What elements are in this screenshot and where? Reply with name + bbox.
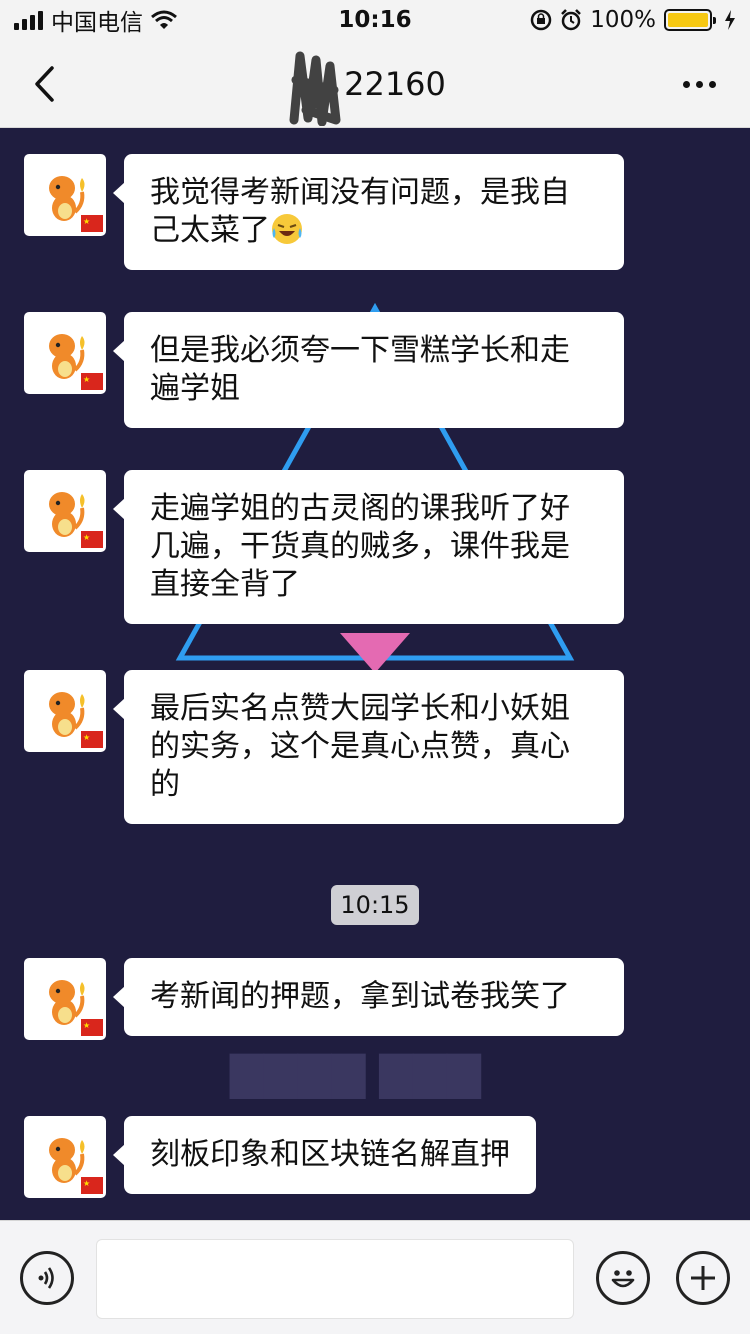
svg-text:★: ★ — [83, 733, 90, 742]
crying-laughing-emoji-icon — [272, 214, 302, 244]
back-button[interactable] — [22, 60, 66, 108]
status-right: 100% — [530, 7, 736, 33]
avatar[interactable]: ★ — [24, 958, 106, 1040]
message-text: 走遍学姐的古灵阁的课我听了好几遍，干货真的贼多，课件我是直接全背了 — [150, 491, 570, 602]
battery-icon — [664, 9, 716, 31]
svg-text:★: ★ — [83, 375, 90, 384]
message-bubble[interactable]: 走遍学姐的古灵阁的课我听了好几遍，干货真的贼多，课件我是直接全背了 — [113, 470, 624, 624]
message-row: ★ 我觉得考新闻没有问题，是我自己太菜了 — [24, 154, 724, 270]
message-text: 但是我必须夸一下雪糕学长和走遍学姐 — [150, 333, 570, 406]
message-text: 考新闻的押题，拿到试卷我笑了 — [150, 979, 570, 1014]
message-input[interactable] — [96, 1239, 574, 1319]
svg-text:★: ★ — [83, 533, 90, 542]
charmander-avatar-icon: ★ — [49, 692, 103, 748]
avatar[interactable]: ★ — [24, 154, 106, 236]
voice-icon — [38, 1267, 54, 1289]
charmander-avatar-icon: ★ — [49, 1138, 103, 1194]
chevron-left-icon — [35, 66, 54, 102]
svg-text:▇▇▇▇ ▇▇▇: ▇▇▇▇ ▇▇▇ — [229, 1048, 482, 1099]
rotation-lock-icon — [530, 9, 552, 31]
message-bubble[interactable]: 最后实名点赞大园学长和小妖姐的实务，这个是真心点赞，真心的 — [113, 670, 624, 824]
avatar[interactable]: ★ — [24, 312, 106, 394]
status-bar: 中国电信 10:16 100% — [0, 0, 750, 40]
voice-button[interactable] — [20, 1251, 74, 1305]
nav-bar: 22160 — [0, 40, 750, 128]
more-button[interactable] — [674, 64, 724, 104]
emoji-icon — [611, 1270, 635, 1288]
charmander-avatar-icon: ★ — [49, 980, 103, 1036]
avatar[interactable]: ★ — [24, 1116, 106, 1198]
plus-icon — [691, 1266, 715, 1290]
plus-button[interactable] — [676, 1251, 730, 1305]
svg-text:★: ★ — [83, 217, 90, 226]
message-row: ★ 刻板印象和区块链名解直押 — [24, 1116, 724, 1198]
input-bar — [0, 1220, 750, 1334]
avatar[interactable]: ★ — [24, 670, 106, 752]
battery-percent: 100% — [590, 7, 656, 33]
status-left: 中国电信 — [14, 3, 177, 37]
chat-area[interactable]: ▇▇▇▇ ▇▇▇ ★ 我觉得考新闻没有问题，是我自己太菜了 ★ 但是我必须夸一下… — [0, 128, 750, 1220]
message-bubble[interactable]: 考新闻的押题，拿到试卷我笑了 — [113, 958, 624, 1036]
emoji-button[interactable] — [596, 1251, 650, 1305]
message-bubble[interactable]: 刻板印象和区块链名解直押 — [113, 1116, 536, 1194]
svg-text:★: ★ — [83, 1021, 90, 1030]
charmander-avatar-icon: ★ — [49, 176, 103, 232]
wifi-icon — [151, 10, 177, 29]
message-bubble[interactable]: 我觉得考新闻没有问题，是我自己太菜了 — [113, 154, 624, 270]
redaction-scribble — [289, 51, 341, 126]
charging-icon — [725, 10, 735, 30]
carrier-label: 中国电信 — [51, 10, 143, 36]
battery-fill — [668, 13, 708, 27]
message-text: 刻板印象和区块链名解直押 — [150, 1137, 510, 1172]
message-row: ★ 最后实名点赞大园学长和小妖姐的实务，这个是真心点赞，真心的 — [24, 670, 724, 824]
charmander-avatar-icon: ★ — [49, 334, 103, 390]
message-text: 我觉得考新闻没有问题，是我自己太菜了 — [150, 175, 570, 248]
message-text: 最后实名点赞大园学长和小妖姐的实务，这个是真心点赞，真心的 — [150, 691, 570, 802]
message-row: ★ 走遍学姐的古灵阁的课我听了好几遍，干货真的贼多，课件我是直接全背了 — [24, 470, 724, 624]
charmander-avatar-icon: ★ — [49, 492, 103, 548]
more-icon — [682, 80, 690, 88]
time-divider: 10:15 — [331, 885, 419, 925]
alarm-icon — [561, 9, 582, 31]
message-row: ★ 但是我必须夸一下雪糕学长和走遍学姐 — [24, 312, 724, 428]
svg-text:★: ★ — [83, 1179, 90, 1188]
message-row: ★ 考新闻的押题，拿到试卷我笑了 — [24, 958, 724, 1040]
message-bubble[interactable]: 但是我必须夸一下雪糕学长和走遍学姐 — [113, 312, 624, 428]
avatar[interactable]: ★ — [24, 470, 106, 552]
signal-icon — [14, 10, 43, 30]
